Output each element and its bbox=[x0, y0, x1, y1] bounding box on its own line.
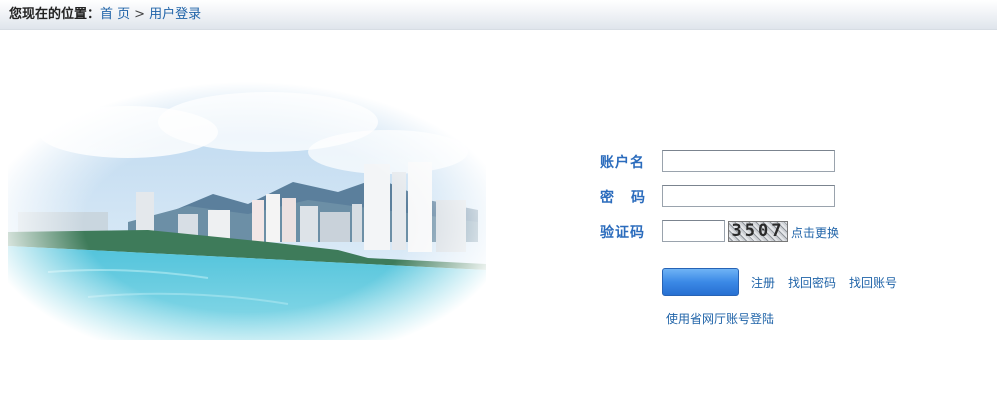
breadcrumb: 您现在的位置：首 页 > 用户登录 bbox=[0, 0, 997, 30]
recover-account-link[interactable]: 找回账号 bbox=[849, 274, 897, 291]
breadcrumb-home-link[interactable]: 首 页 bbox=[100, 7, 130, 22]
password-row: 密码 bbox=[600, 185, 900, 209]
breadcrumb-separator: > bbox=[134, 7, 146, 22]
account-label: 账户名 bbox=[600, 155, 645, 171]
city-banner-svg bbox=[8, 82, 486, 340]
recover-password-link[interactable]: 找回密码 bbox=[788, 274, 836, 291]
province-login-link[interactable]: 使用省网厅账号登陆 bbox=[666, 310, 774, 327]
account-row: 账户名 bbox=[600, 150, 900, 174]
captcha-refresh-link[interactable]: 点击更换 bbox=[791, 224, 839, 241]
captcha-label: 验证码 bbox=[600, 225, 645, 241]
breadcrumb-inner: 您现在的位置：首 页 > 用户登录 bbox=[9, 0, 201, 30]
breadcrumb-current: 用户登录 bbox=[149, 7, 202, 22]
breadcrumb-prefix: 您现在的位置： bbox=[9, 7, 101, 22]
account-input[interactable] bbox=[662, 150, 835, 172]
actions-row: 注册 找回密码 找回账号 bbox=[600, 268, 960, 298]
password-label: 密码 bbox=[600, 190, 662, 206]
city-banner-image bbox=[8, 82, 486, 340]
captcha-image[interactable]: 3507 bbox=[728, 221, 788, 242]
register-link[interactable]: 注册 bbox=[751, 274, 775, 291]
captcha-input[interactable] bbox=[662, 220, 725, 242]
province-login-row: 使用省网厅账号登陆 bbox=[600, 310, 900, 334]
password-input[interactable] bbox=[662, 185, 835, 207]
login-button[interactable] bbox=[662, 268, 739, 296]
captcha-row: 验证码 3507 点击更换 bbox=[600, 220, 900, 244]
